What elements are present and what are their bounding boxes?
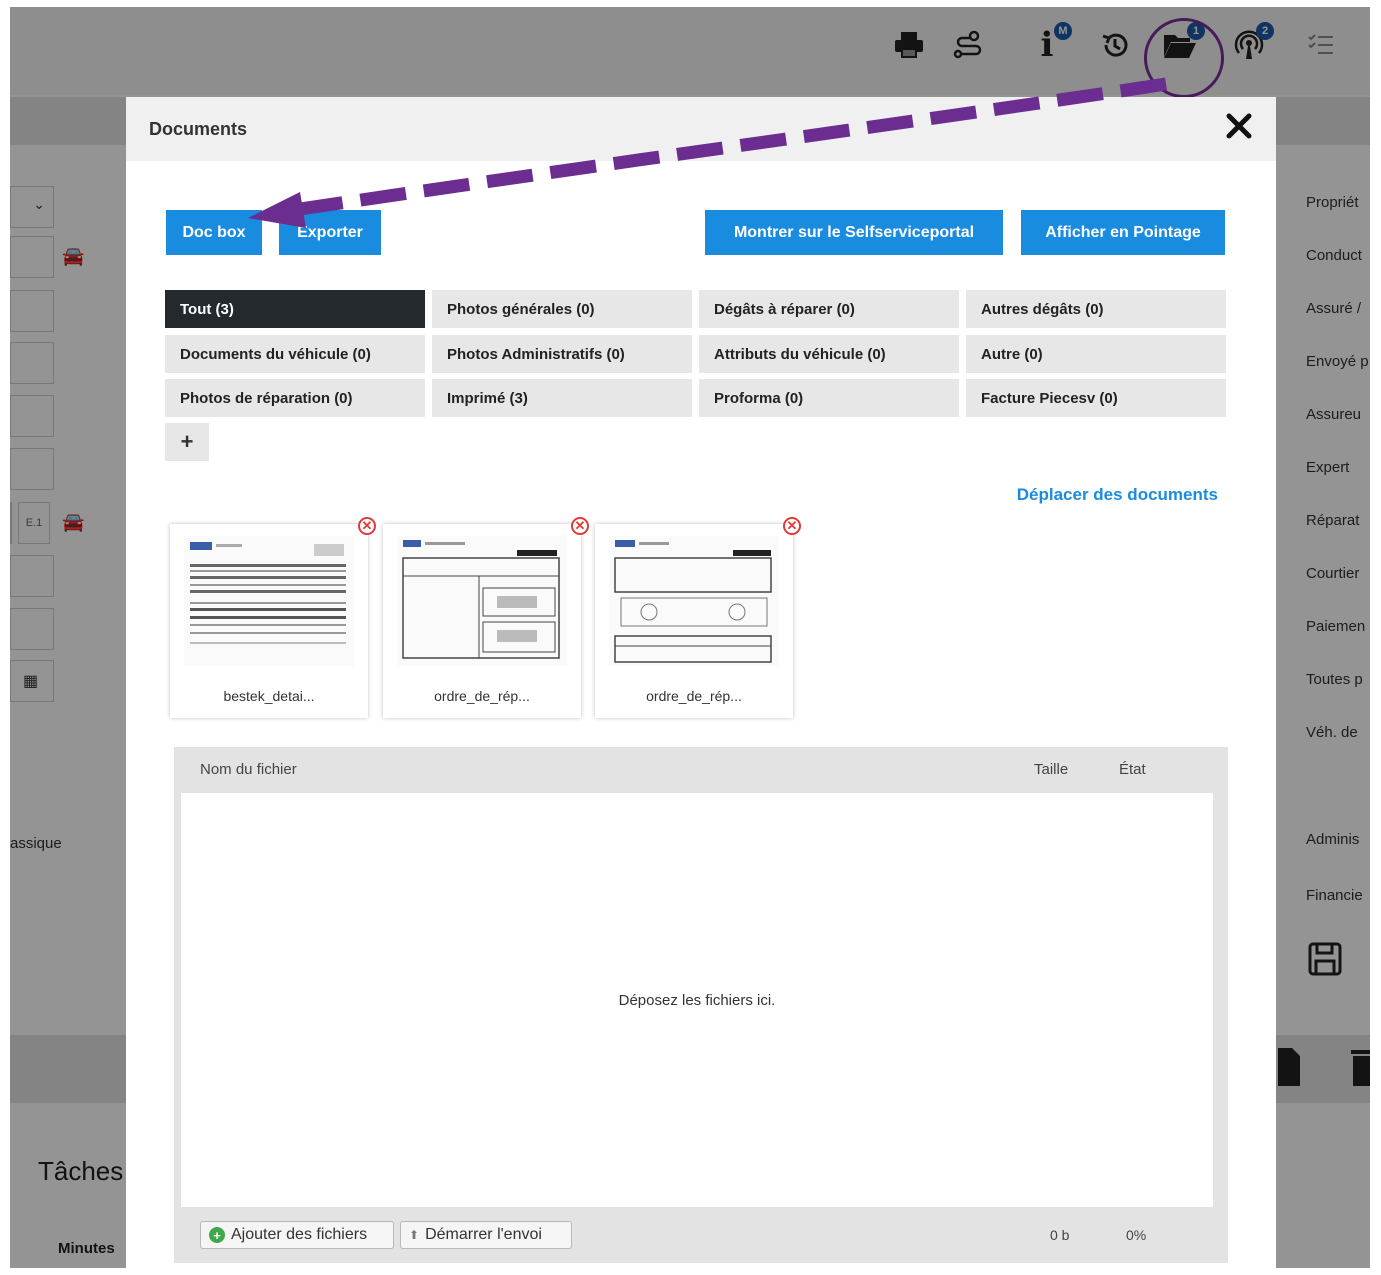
file-uploader: Nom du fichier Taille État Déposez les f… [174,747,1228,1263]
total-percent: 0% [1126,1227,1147,1243]
documents-modal: Documents Doc box Exporter Montrer sur l… [126,97,1276,1275]
plus-circle-icon: + [209,1227,225,1243]
add-files-button[interactable]: + Ajouter des fichiers [200,1221,394,1249]
column-size: Taille [1034,761,1069,778]
frame-edge [0,0,10,1275]
export-button[interactable]: Exporter [279,210,381,255]
document-thumbnail[interactable]: bestek_detai... ✕ [170,517,376,718]
tab-admin-photos[interactable]: Photos Administratifs (0) [432,335,692,373]
modal-header: Documents [126,97,1276,161]
tab-damage-to-repair[interactable]: Dégâts à réparer (0) [699,290,959,328]
delete-document-icon[interactable]: ✕ [358,517,376,535]
selfservice-portal-button[interactable]: Montrer sur le Selfserviceportal [705,210,1003,255]
tab-vehicle-attributes[interactable]: Attributs du véhicule (0) [699,335,959,373]
tab-printed[interactable]: Imprimé (3) [432,379,692,417]
document-preview-image [184,536,354,666]
tab-vehicle-documents[interactable]: Documents du véhicule (0) [165,335,425,373]
tab-all[interactable]: Tout (3) [165,290,425,328]
arrow-up-icon: ⬆ [409,1228,420,1242]
tab-other[interactable]: Autre (0) [966,335,1226,373]
tab-general-photos[interactable]: Photos générales (0) [432,290,692,328]
tab-repair-photos[interactable]: Photos de réparation (0) [165,379,425,417]
dropzone-text: Déposez les fichiers ici. [618,991,776,1009]
frame-edge [0,1268,1381,1275]
close-icon[interactable] [1226,111,1252,145]
file-dropzone[interactable]: Déposez les fichiers ici. [181,793,1213,1207]
delete-document-icon[interactable]: ✕ [783,517,801,535]
tab-parts-invoice[interactable]: Facture Piecesv (0) [966,379,1226,417]
total-size: 0 b [1050,1227,1070,1243]
document-thumbnail[interactable]: ordre_de_rép... ✕ [595,517,801,718]
document-name: ordre_de_rép... [646,688,742,704]
modal-title: Documents [149,118,248,139]
tab-proforma[interactable]: Proforma (0) [699,379,959,417]
tab-other-damage[interactable]: Autres dégâts (0) [966,290,1226,328]
start-upload-label: Démarrer l'envoi [425,1226,542,1243]
add-files-label: Ajouter des fichiers [231,1226,368,1243]
move-documents-link[interactable]: Déplacer des documents [1017,485,1218,505]
start-upload-button[interactable]: ⬆ Démarrer l'envoi [400,1221,572,1249]
delete-document-icon[interactable]: ✕ [571,517,589,535]
document-name: ordre_de_rép... [434,688,530,704]
doc-box-button[interactable]: Doc box [166,210,262,255]
add-category-button[interactable]: + [165,423,209,461]
frame-edge [1370,0,1381,1275]
document-preview-image [609,536,779,666]
column-state: État [1119,761,1146,778]
frame-edge [0,0,1381,7]
document-thumbnail[interactable]: ordre_de_rép... ✕ [383,517,589,718]
document-preview-image [397,536,567,666]
uploader-header: Nom du fichier Taille État [174,747,1228,791]
document-name: bestek_detai... [223,688,315,704]
show-in-pointage-button[interactable]: Afficher en Pointage [1021,210,1225,255]
column-filename: Nom du fichier [200,761,297,778]
